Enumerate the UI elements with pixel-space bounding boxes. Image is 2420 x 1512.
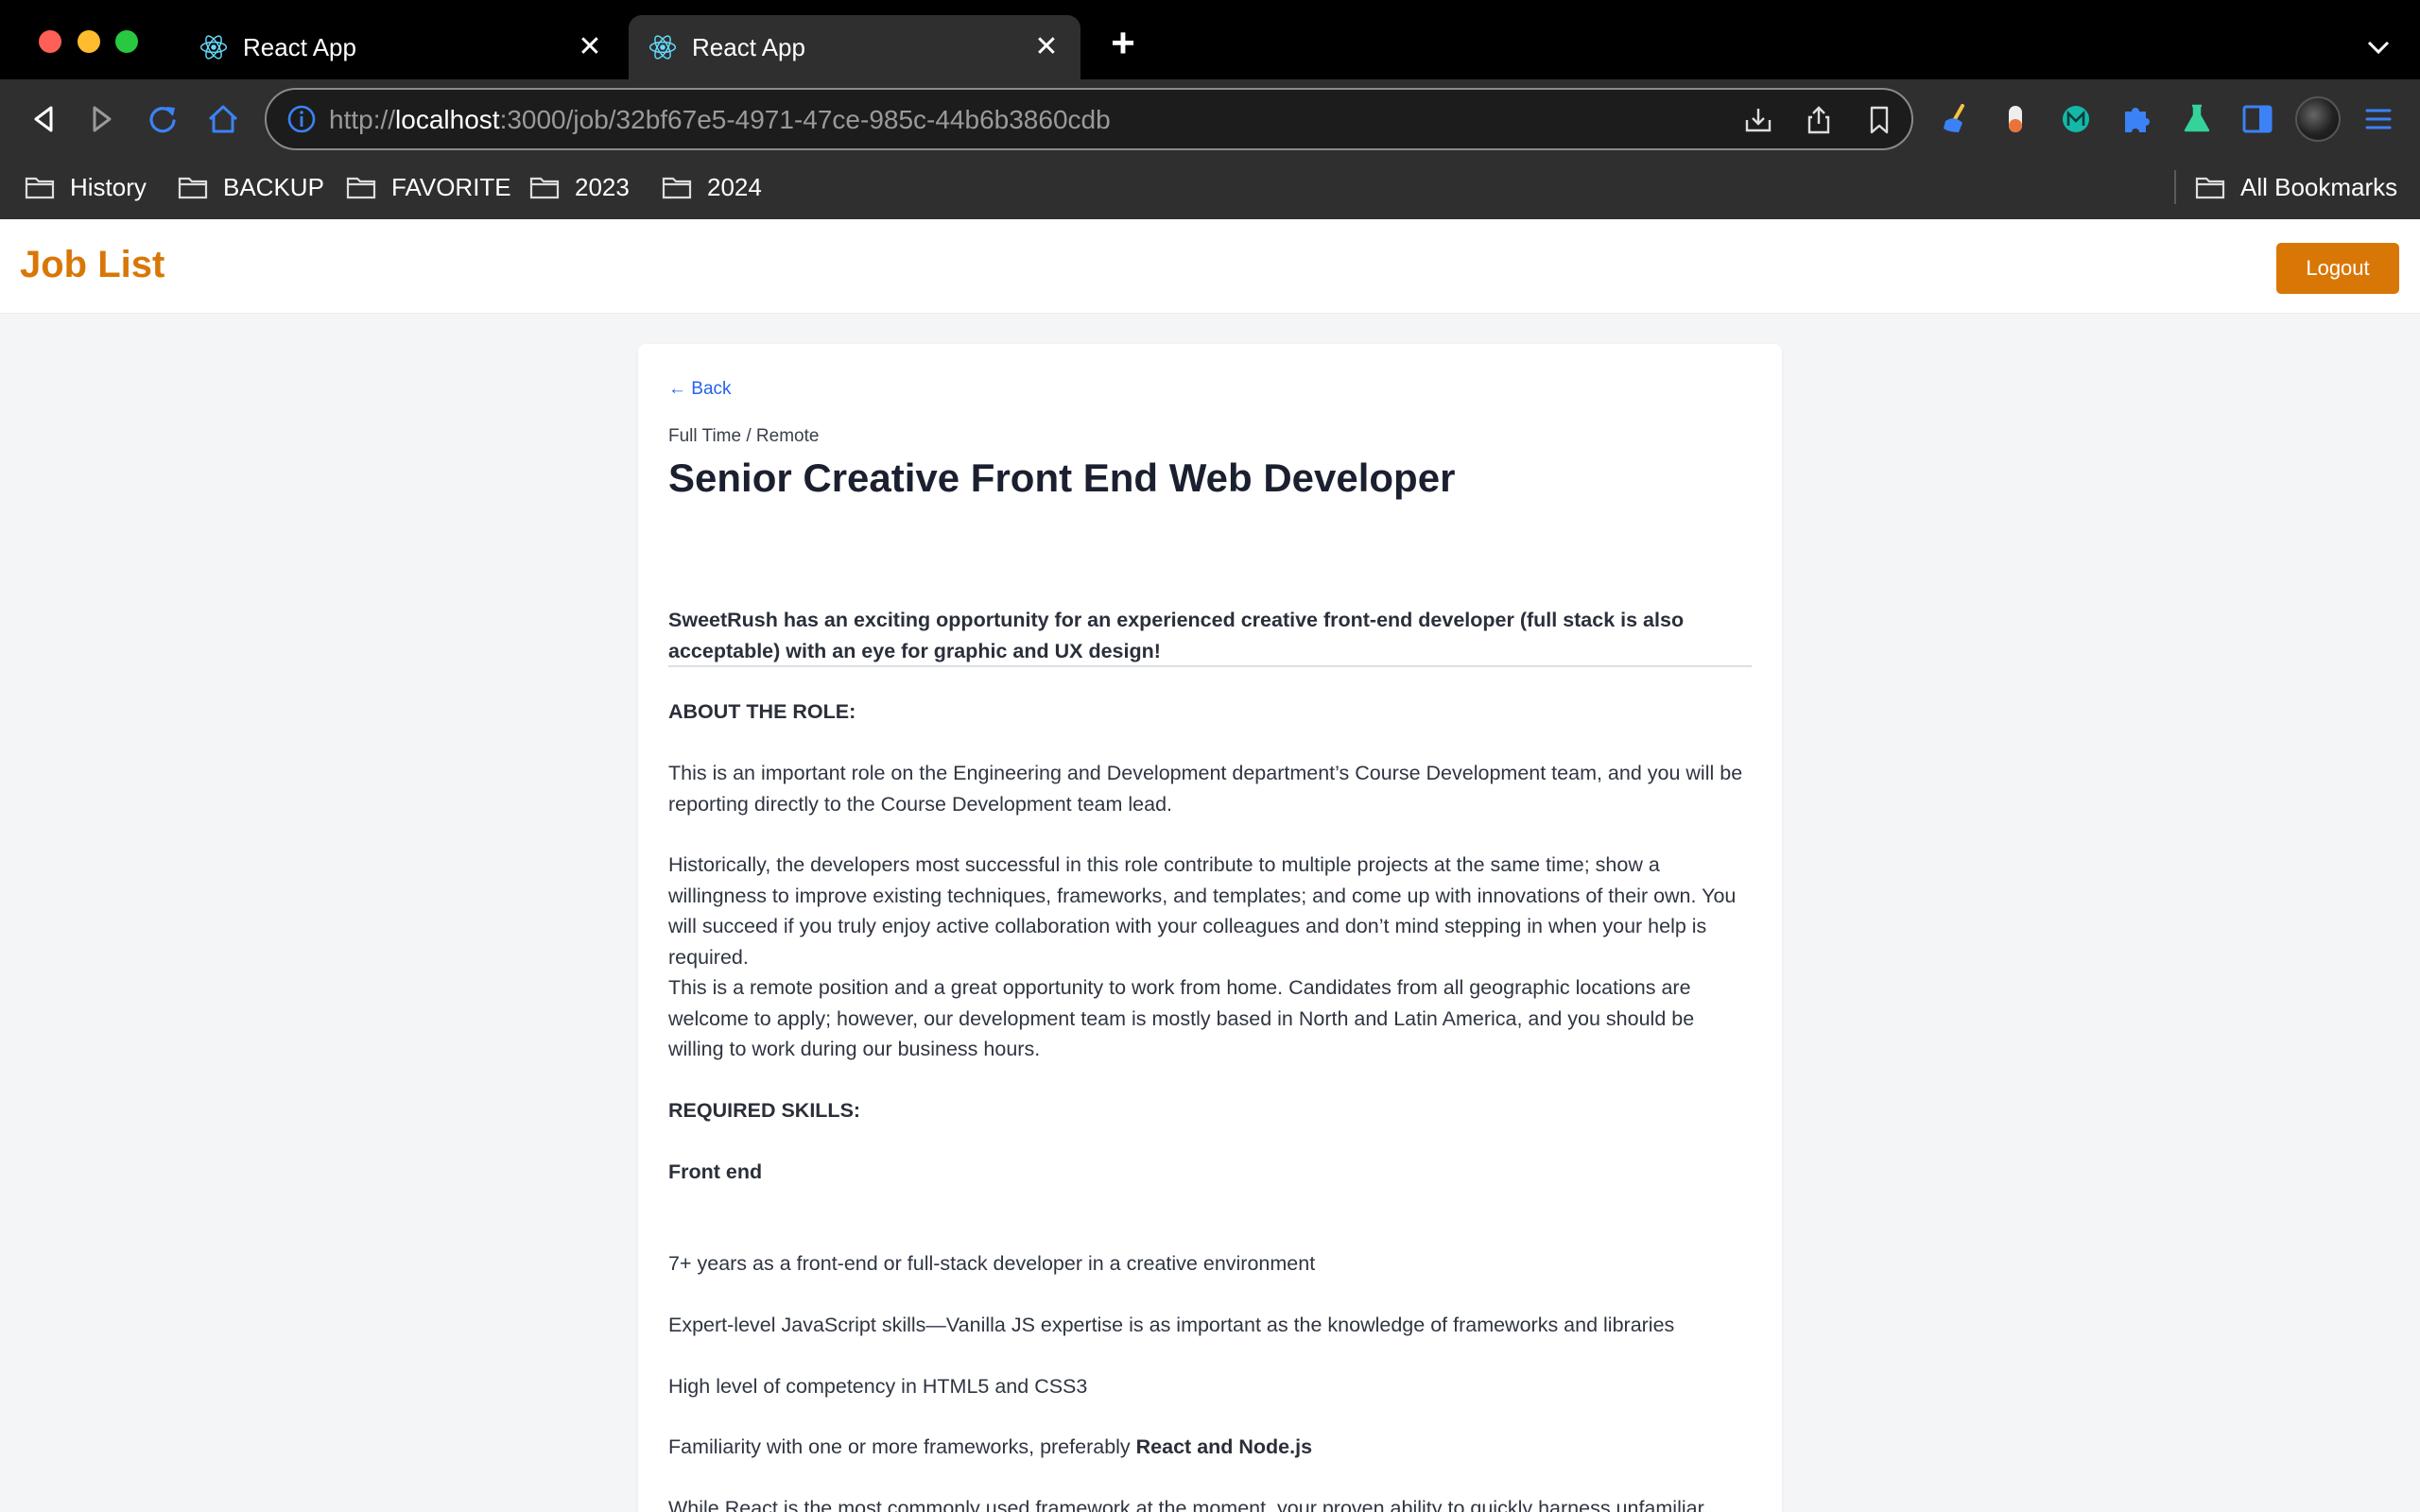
react-icon — [648, 35, 677, 60]
back-link[interactable]: ← Back — [668, 376, 732, 403]
skill-item: Expert-level JavaScript skills—Vanilla J… — [668, 1314, 1675, 1336]
bookmark-folder-2023[interactable]: 2023 — [529, 168, 630, 206]
skill-item: While React is the most commonly used fr… — [668, 1497, 1704, 1512]
profile-avatar[interactable] — [2295, 96, 2341, 142]
about-paragraph-3: This is a remote position and a great op… — [668, 976, 1695, 1060]
about-paragraph-2: Historically, the developers most succes… — [668, 853, 1737, 969]
info-icon[interactable] — [285, 103, 318, 135]
m-extension-icon[interactable] — [2055, 98, 2097, 140]
all-bookmarks-button[interactable]: All Bookmarks — [2195, 168, 2397, 206]
bookmarks-bar: History BACKUP FAVORITE 2023 2024 All Bo… — [0, 159, 2420, 219]
sidebar-icon[interactable] — [2237, 98, 2278, 140]
about-paragraph-1: This is an important role on the Enginee… — [668, 762, 1743, 816]
bookmarks-divider — [2174, 170, 2176, 204]
browser-tab-2[interactable]: React App ✕ — [629, 15, 1080, 79]
logout-button[interactable]: Logout — [2276, 243, 2399, 294]
job-title: Senior Creative Front End Web Developer — [668, 455, 1456, 500]
close-tab-icon[interactable]: ✕ — [573, 30, 607, 64]
folder-icon — [25, 177, 55, 199]
close-tab-icon[interactable]: ✕ — [1029, 30, 1063, 64]
flask-icon[interactable] — [2176, 98, 2218, 140]
back-icon[interactable] — [23, 98, 64, 140]
bookmark-folder-backup[interactable]: BACKUP — [178, 168, 324, 206]
address-bar[interactable]: http://localhost:3000/job/32bf67e5-4971-… — [265, 88, 1913, 150]
bookmark-label: History — [70, 172, 147, 201]
chevron-down-icon[interactable] — [2360, 28, 2397, 66]
share-icon[interactable] — [1802, 103, 1836, 137]
folder-icon — [529, 177, 560, 199]
maximize-window-button[interactable] — [115, 30, 138, 53]
browser-toolbar: http://localhost:3000/job/32bf67e5-4971-… — [0, 79, 2420, 159]
minimize-window-button[interactable] — [78, 30, 100, 53]
folder-icon — [662, 177, 692, 199]
frontend-heading: Front end — [668, 1160, 763, 1183]
skill-item: 7+ years as a front-end or full-stack de… — [668, 1252, 1316, 1275]
app-header: Job List Logout — [0, 219, 2420, 314]
install-icon[interactable] — [1741, 103, 1775, 137]
capsule-extension-icon[interactable] — [1995, 98, 2036, 140]
bookmark-folder-2024[interactable]: 2024 — [662, 168, 762, 206]
page-viewport: Job List Logout ← Back Full Time / Remot… — [0, 219, 2420, 1512]
about-heading: ABOUT THE ROLE: — [668, 700, 856, 723]
bookmark-label: 2024 — [707, 172, 762, 201]
tab-title: React App — [692, 33, 805, 61]
skill-item: High level of competency in HTML5 and CS… — [668, 1375, 1088, 1398]
bookmark-folder-history[interactable]: History — [25, 168, 147, 206]
browser-tab-1[interactable]: React App ✕ — [180, 15, 624, 79]
skill-item: Familiarity with one or more frameworks,… — [668, 1435, 1313, 1458]
skills-heading: REQUIRED SKILLS: — [668, 1099, 861, 1122]
puzzle-icon[interactable] — [2116, 98, 2157, 140]
folder-icon — [346, 177, 376, 199]
bookmark-icon[interactable] — [1862, 103, 1896, 137]
browser-tab-bar: React App ✕ React App ✕ + — [0, 0, 2420, 79]
bookmark-label: FAVORITE — [391, 172, 511, 201]
bookmark-label: BACKUP — [223, 172, 324, 201]
job-intro: SweetRush has an exciting opportunity fo… — [668, 609, 1685, 662]
url-text[interactable]: http://localhost:3000/job/32bf67e5-4971-… — [329, 103, 1111, 137]
bookmark-label: 2023 — [575, 172, 630, 201]
home-icon[interactable] — [202, 98, 244, 140]
folder-icon — [2195, 177, 2225, 199]
tab-title: React App — [243, 33, 356, 61]
app-brand[interactable]: Job List — [20, 240, 164, 289]
close-window-button[interactable] — [39, 30, 61, 53]
menu-icon[interactable] — [2358, 98, 2399, 140]
reload-icon[interactable] — [142, 98, 183, 140]
folder-icon — [178, 177, 208, 199]
bookmark-folder-favorite[interactable]: FAVORITE — [346, 168, 511, 206]
new-tab-icon[interactable]: + — [1104, 23, 1142, 64]
job-meta: Full Time / Remote — [668, 426, 820, 446]
bookmark-label: All Bookmarks — [2240, 172, 2398, 201]
forward-icon[interactable] — [81, 98, 123, 140]
react-icon — [199, 35, 228, 60]
broom-extension-icon[interactable] — [1934, 98, 1976, 140]
